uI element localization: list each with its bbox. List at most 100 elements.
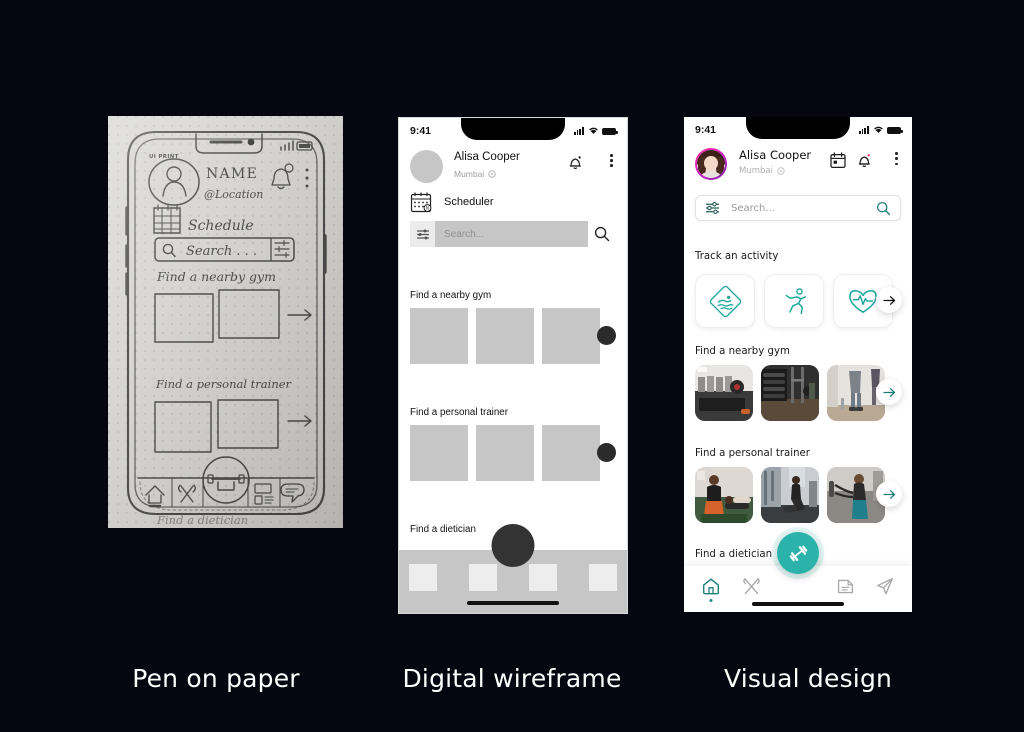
notification-button[interactable] xyxy=(857,152,872,174)
active-tab-indicator xyxy=(709,599,713,602)
gym-card[interactable] xyxy=(542,308,600,364)
activity-card-swimming[interactable] xyxy=(695,274,755,328)
document-icon xyxy=(837,579,853,593)
heart-pulse-icon xyxy=(849,289,877,313)
calendar-button[interactable] xyxy=(830,152,846,174)
activity-card-running[interactable] xyxy=(764,274,824,328)
section-title-activity: Track an activity xyxy=(695,251,779,262)
floating-action-button[interactable] xyxy=(777,532,819,574)
gym-next-button[interactable] xyxy=(876,379,902,405)
search-bar[interactable]: Search... xyxy=(695,195,901,221)
tab-item[interactable] xyxy=(529,564,557,591)
magnifier-icon[interactable] xyxy=(876,201,891,216)
tab-item[interactable] xyxy=(469,564,497,591)
activity-next-button[interactable] xyxy=(876,287,902,313)
search-bar[interactable]: Search... xyxy=(410,221,616,247)
kebab-menu-icon[interactable] xyxy=(895,152,898,166)
gym-card-row xyxy=(695,365,885,421)
avatar-photo xyxy=(697,150,725,178)
profile-header: Alisa Cooper Mumbai xyxy=(410,150,616,184)
arrow-right-icon xyxy=(882,295,895,305)
trainer-card[interactable] xyxy=(542,425,600,481)
scheduler-label: Scheduler xyxy=(444,196,494,208)
notification-button[interactable] xyxy=(568,154,583,176)
avatar-body xyxy=(702,172,720,178)
gym-card[interactable] xyxy=(476,308,534,364)
user-location-label: Mumbai xyxy=(739,166,773,176)
visual-design-phone: 9:41 Alisa Cooper Mumbai Search... Track… xyxy=(684,117,912,612)
canvas: UI PRINT NAME @Location Schedule Search … xyxy=(0,0,1024,732)
arrow-right-icon xyxy=(882,489,895,499)
search-placeholder: Search... xyxy=(444,228,485,240)
tab-item-messages[interactable] xyxy=(872,574,898,598)
tab-item-home[interactable] xyxy=(698,574,724,602)
sliders-icon[interactable] xyxy=(705,202,720,214)
scheduler-row[interactable]: N Scheduler xyxy=(410,191,494,213)
gym-card-row[interactable] xyxy=(410,308,600,364)
signal-icon xyxy=(858,126,869,134)
user-name: Alisa Cooper xyxy=(454,151,520,163)
wifi-icon xyxy=(873,126,883,133)
wifi-icon xyxy=(588,127,598,134)
gym-card[interactable] xyxy=(695,365,753,421)
bell-icon xyxy=(569,156,581,170)
gym-card[interactable] xyxy=(761,365,819,421)
trainer-photo-coaching xyxy=(695,467,753,523)
gym-next-button[interactable] xyxy=(597,326,616,345)
status-icons xyxy=(573,126,618,135)
trainer-next-button[interactable] xyxy=(876,481,902,507)
calendar-icon: N xyxy=(410,192,432,213)
section-title-trainer: Find a personal trainer xyxy=(410,407,509,418)
tab-item-nutrition[interactable] xyxy=(738,574,764,598)
trainer-card-row xyxy=(695,467,885,523)
tab-item-documents[interactable] xyxy=(832,574,858,598)
status-bar: 9:41 xyxy=(684,117,912,142)
section-title-trainer: Find a personal trainer xyxy=(695,448,810,459)
home-indicator xyxy=(752,602,844,606)
gym-photo-weights-rack xyxy=(761,365,819,421)
filter-button[interactable] xyxy=(410,221,435,247)
trainer-card[interactable] xyxy=(761,467,819,523)
status-time: 9:41 xyxy=(695,123,717,136)
dumbbell-icon xyxy=(789,545,807,561)
pen-on-paper-photo: UI PRINT NAME @Location Schedule Search … xyxy=(108,116,343,528)
sliders-icon xyxy=(416,229,429,239)
search-placeholder: Search... xyxy=(731,202,775,214)
kebab-menu-icon[interactable] xyxy=(610,154,613,167)
search-submit-button[interactable] xyxy=(588,221,616,247)
section-title-dietician: Find a dietician xyxy=(410,524,476,535)
cutlery-icon xyxy=(742,577,760,594)
search-input[interactable]: Search... xyxy=(435,221,588,247)
tab-items xyxy=(409,564,617,591)
section-title-dietician: Find a dietician xyxy=(695,549,773,560)
trainer-photo-stretch xyxy=(761,467,819,523)
status-icons xyxy=(858,125,903,134)
running-person-icon xyxy=(785,287,806,314)
trainer-card[interactable] xyxy=(476,425,534,481)
trainer-card-row[interactable] xyxy=(410,425,600,481)
trainer-next-button[interactable] xyxy=(597,443,616,462)
caption-visual-design: Visual design xyxy=(723,664,893,693)
tab-item[interactable] xyxy=(589,564,617,591)
arrow-right-icon xyxy=(882,387,895,397)
gym-photo-cardio-room xyxy=(695,365,753,421)
home-icon xyxy=(703,578,719,595)
user-name: Alisa Cooper xyxy=(739,148,812,162)
activity-card-row xyxy=(695,274,893,328)
floating-action-button[interactable] xyxy=(491,524,535,567)
digital-wireframe-phone: 9:41 Alisa Cooper Mumbai N Scheduler Sea… xyxy=(398,117,628,614)
trainer-card[interactable] xyxy=(695,467,753,523)
user-location: Mumbai xyxy=(454,169,496,179)
gym-card[interactable] xyxy=(410,308,468,364)
avatar[interactable] xyxy=(695,148,727,180)
signal-icon xyxy=(573,127,584,135)
tab-item[interactable] xyxy=(409,564,437,591)
send-icon xyxy=(877,578,893,595)
home-indicator xyxy=(467,601,559,605)
avatar[interactable] xyxy=(410,150,443,183)
calendar-icon xyxy=(830,152,846,169)
paper-lighting xyxy=(108,116,343,528)
user-location-label: Mumbai xyxy=(454,169,485,179)
section-title-gym: Find a nearby gym xyxy=(695,346,790,357)
trainer-card[interactable] xyxy=(410,425,468,481)
